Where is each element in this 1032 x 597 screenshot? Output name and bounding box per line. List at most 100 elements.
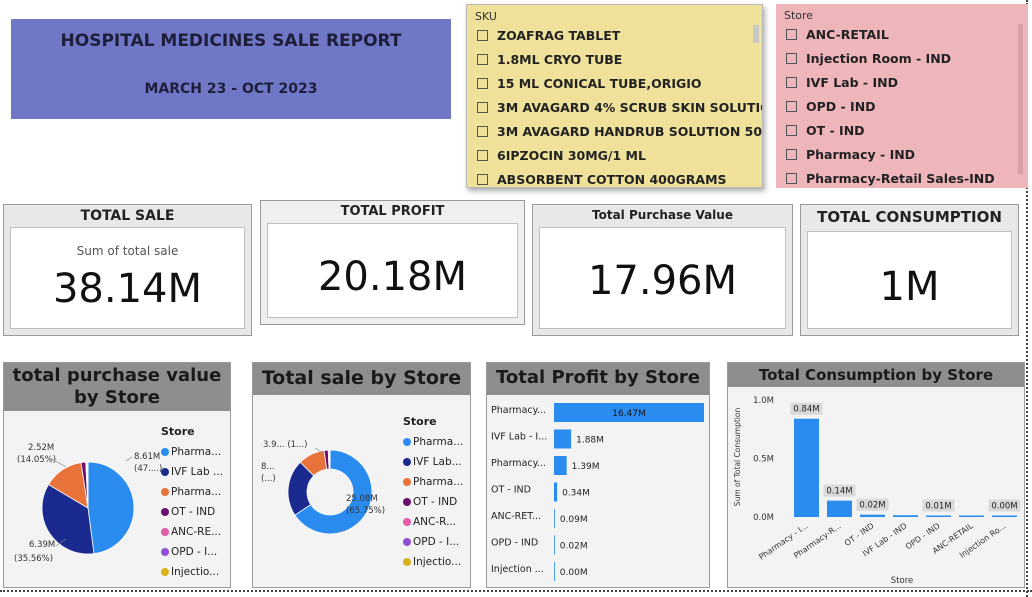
store-item[interactable]: Pharmacy - IND [776,142,1028,166]
column[interactable] [926,515,951,518]
column[interactable] [893,515,918,517]
legend-dot [403,498,411,506]
legend-item[interactable]: IVF Lab ... [161,462,223,482]
store-item-label: Pharmacy - IND [806,146,916,162]
store-item[interactable]: OT - IND [776,118,1028,142]
y-axis-label: Sum of Total Consumption [733,408,742,507]
legend-item[interactable]: ANC-RE... [161,522,223,542]
purchase-value-by-store-panel: total purchase value by Store 8.61M (47..… [3,362,231,588]
legend-label: ANC-RE... [171,526,222,538]
sku-checkbox[interactable] [477,53,488,65]
sku-item[interactable]: 15 ML CONICAL TUBE,ORIGIO [467,71,762,95]
pie-slice[interactable] [87,461,135,555]
pie-data-label: 25.08M [346,494,378,504]
bar-category-label: OT - IND [491,485,531,496]
store-item[interactable]: Injection Room - IND [776,46,1028,70]
sku-checkbox[interactable] [477,29,488,41]
store-checkbox[interactable] [786,148,797,160]
legend-item[interactable]: Pharma... [403,472,463,492]
kpi-total-consumption-body: 1M [807,231,1012,329]
column-data-label: 0.02M [859,501,885,511]
sku-item[interactable]: 1.8ML CRYO TUBE [467,47,762,71]
legend-item[interactable]: IVF Lab... [403,452,463,472]
report-title: HOSPITAL MEDICINES SALE REPORT [60,31,402,51]
legend-label: IVF Lab ... [171,466,223,478]
legend-dot [403,558,411,566]
legend-item[interactable]: OT - IND [161,502,223,522]
total-consumption-column-chart: Sum of Total Consumption 0.0M 0.5M 1.0M 0.84… [733,396,1021,586]
bar[interactable] [554,562,555,581]
total-sale-legend: Store Pharma... IVF Lab... Pharma... OT - IN… [403,415,463,572]
total-profit-chart-title: Total Profit by Store [487,363,709,395]
legend-dot [161,488,169,496]
sku-checkbox[interactable] [477,101,488,113]
bar-category-label: Injection ... [491,564,544,575]
sku-checkbox[interactable] [477,125,488,137]
legend-label: Pharma... [413,436,464,448]
legend-item[interactable]: Injectio... [403,552,463,572]
bar[interactable] [554,482,558,502]
legend-item[interactable]: Pharma... [403,432,463,452]
bar[interactable] [554,535,555,555]
bar[interactable] [554,456,567,475]
legend-item[interactable]: Pharma... [161,442,223,462]
kpi-total-sale-subtitle: Sum of total sale [76,244,179,258]
store-item[interactable]: OPD - IND [776,94,1028,118]
purchase-value-chart-title: total purchase value by Store [4,363,230,411]
column[interactable] [827,500,852,517]
kpi-total-profit-body: 20.18M [267,223,518,318]
store-checkbox[interactable] [786,172,797,184]
sku-item[interactable]: 3M AVAGARD HANDRUB SOLUTION 500... [467,119,762,143]
pie-data-label: 8.61M [134,452,160,462]
legend-item[interactable]: ANC-R... [403,512,463,532]
column[interactable] [794,418,819,517]
store-slicer-header: Store [784,9,814,22]
bar-data-label: 1.39M [572,462,600,472]
column[interactable] [992,515,1017,518]
sku-checkbox[interactable] [477,149,488,161]
store-checkbox[interactable] [786,100,797,112]
sku-checkbox[interactable] [477,77,488,89]
total-consumption-by-store-panel: Total Consumption by Store Sum of Total … [727,362,1025,588]
store-checkbox[interactable] [786,76,797,88]
legend-dot [161,448,169,456]
kpi-total-consumption: TOTAL CONSUMPTION 1M [800,204,1019,336]
x-axis-label: Store [891,576,913,586]
legend-dot [403,518,411,526]
column-data-label: 0.01M [925,502,951,512]
bar-data-label: 16.47M [612,409,646,419]
bar[interactable] [554,509,555,528]
legend-item[interactable]: OPD - I... [161,542,223,562]
bar[interactable] [554,429,572,449]
report-title-card: HOSPITAL MEDICINES SALE REPORT MARCH 23 … [11,19,451,119]
store-slicer-scrollbar[interactable] [1018,24,1023,174]
sku-item[interactable]: 3M AVAGARD 4% SCRUB SKIN SOLUTIO... [467,95,762,119]
pie-data-label: (47....) [134,464,162,474]
store-item[interactable]: Pharmacy-Retail Sales-IND [776,166,1028,190]
store-item[interactable]: ANC-RETAIL [776,22,1028,46]
legend-item[interactable]: Injectio... [161,562,223,582]
store-item-label: OPD - IND [806,98,876,114]
sku-checkbox[interactable] [477,173,488,185]
sku-slicer-scrollbar[interactable] [753,25,759,43]
legend-dot [403,458,411,466]
legend-item[interactable]: Pharma... [161,482,223,502]
legend-label: Injectio... [413,556,462,568]
legend-dot [161,508,169,516]
sku-item[interactable]: ABSORBENT COTTON 400GRAMS [467,167,762,191]
total-profit-by-store-panel: Total Profit by Store Pharmacy... 16.47M I… [486,362,710,588]
store-checkbox[interactable] [786,124,797,136]
sku-item[interactable]: 6IPZOCIN 30MG/1 ML [467,143,762,167]
store-checkbox[interactable] [786,52,797,64]
sku-item-label: 3M AVAGARD 4% SCRUB SKIN SOLUTIO... [497,99,762,115]
store-item[interactable]: IVF Lab - IND [776,70,1028,94]
column[interactable] [959,515,984,518]
store-checkbox[interactable] [786,28,797,40]
sku-slicer: SKU ZOAFRAG TABLET 1.8ML CRYO TUBE 15 ML C… [466,4,763,188]
y-tick-label: 1.0M [753,396,774,406]
legend-item[interactable]: OT - IND [403,492,463,512]
sku-item[interactable]: ZOAFRAG TABLET [467,23,762,47]
legend-item[interactable]: OPD - I... [403,532,463,552]
column[interactable] [860,514,885,517]
total-sale-by-store-panel: Total sale by Store 3.9... (1...) 8... (..… [252,362,471,588]
